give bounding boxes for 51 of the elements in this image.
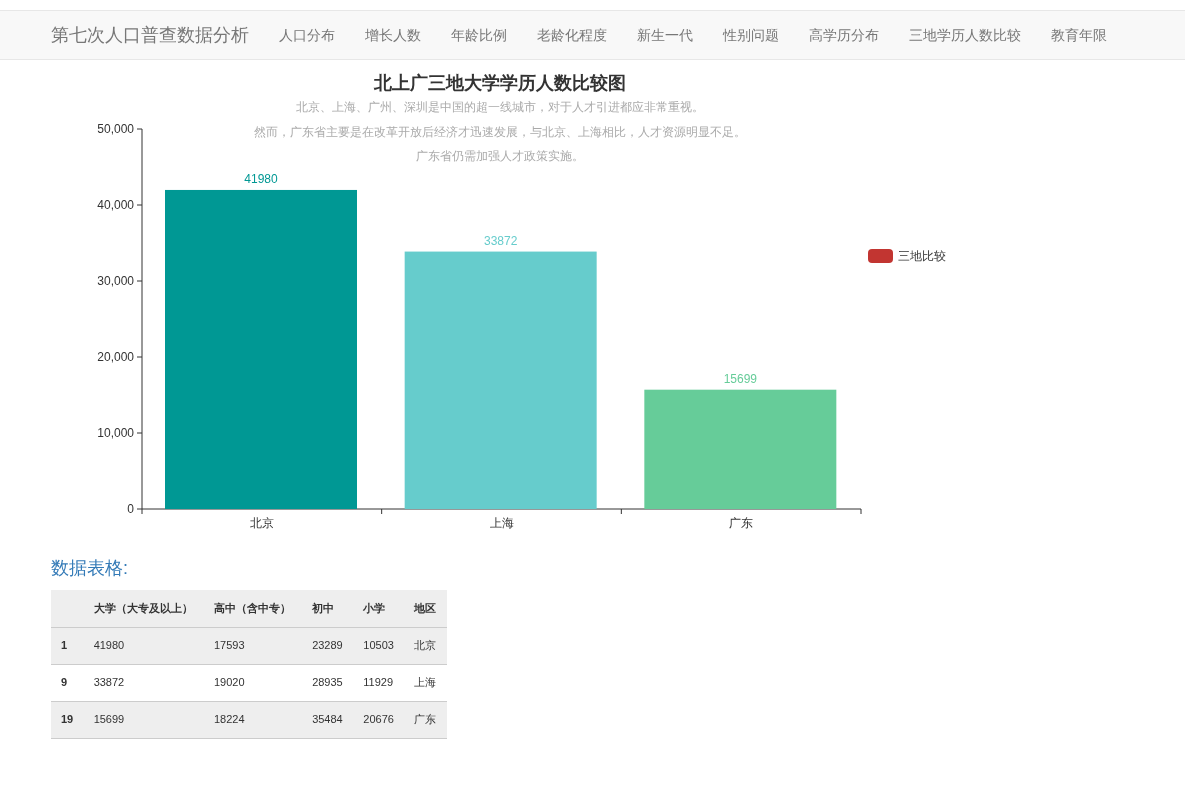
chart-subtitle: 然而，广东省主要是在改革开放后经济才迅速发展，与北京、上海相比，人才资源明显不足。 [254,125,746,138]
y-tick-label: 50,000 [97,122,134,136]
nav-link[interactable]: 老龄化程度 [522,24,622,46]
bar-value-label: 33872 [484,233,518,248]
table-cell: 17593 [204,627,303,664]
table-cell: 15699 [83,701,204,738]
nav-link[interactable]: 高学历分布 [794,24,894,46]
column-header: 高中（含中专） [204,590,303,627]
table-cell: 23289 [302,627,354,664]
nav-link[interactable]: 年龄比例 [436,24,522,46]
table-cell: 11929 [353,664,405,701]
chart-title: 北上广三地大学学历人数比较图 [374,73,626,93]
table-cell: 41980 [83,627,204,664]
x-tick-label: 上海 [489,516,514,530]
y-tick-label: 30,000 [97,274,134,288]
table-cell: 19 [51,701,84,738]
column-header: 大学（大专及以上） [83,590,204,627]
brand-title[interactable]: 第七次人口普查数据分析 [51,21,249,49]
nav-link[interactable]: 新生一代 [622,24,708,46]
x-tick-label: 广东 [729,516,754,530]
nav-link[interactable]: 增长人数 [350,24,436,46]
column-header: 地区 [404,590,447,627]
column-header: 小学 [353,590,405,627]
table-cell: 9 [51,664,84,701]
table-heading: 数据表格: [51,557,129,580]
nav-link[interactable]: 三地学历人数比较 [894,24,1036,46]
table-cell: 28935 [302,664,354,701]
table-cell: 上海 [404,664,447,701]
chart-subtitle: 广东省仍需加强人才政策实施。 [416,150,584,162]
y-tick-label: 10,000 [97,426,134,440]
bar-value-label: 41980 [244,171,278,186]
table-cell: 20676 [353,701,405,738]
legend-label: 三地比较 [898,249,946,263]
bar-value-label: 15699 [723,371,757,386]
table-cell: 19020 [204,664,303,701]
x-tick-label: 北京 [249,516,274,530]
table-cell: 10503 [353,627,405,664]
table-cell: 广东 [404,701,447,738]
chart-subtitle: 北京、上海、广州、深圳是中国的超一线城市，对于人才引进都应非常重视。 [296,101,704,113]
nav-link[interactable]: 性别问题 [708,24,794,46]
table-cell: 北京 [404,627,447,664]
y-tick-label: 20,000 [97,350,134,364]
y-tick-label: 0 [127,502,134,516]
table-cell: 18224 [204,701,303,738]
column-header: 初中 [302,590,354,627]
y-tick-label: 40,000 [97,198,134,212]
table-cell: 33872 [83,664,204,701]
nav-link[interactable]: 教育年限 [1036,24,1122,46]
table-cell: 35484 [302,701,354,738]
table-cell: 1 [51,627,84,664]
nav-link[interactable]: 人口分布 [264,24,350,46]
